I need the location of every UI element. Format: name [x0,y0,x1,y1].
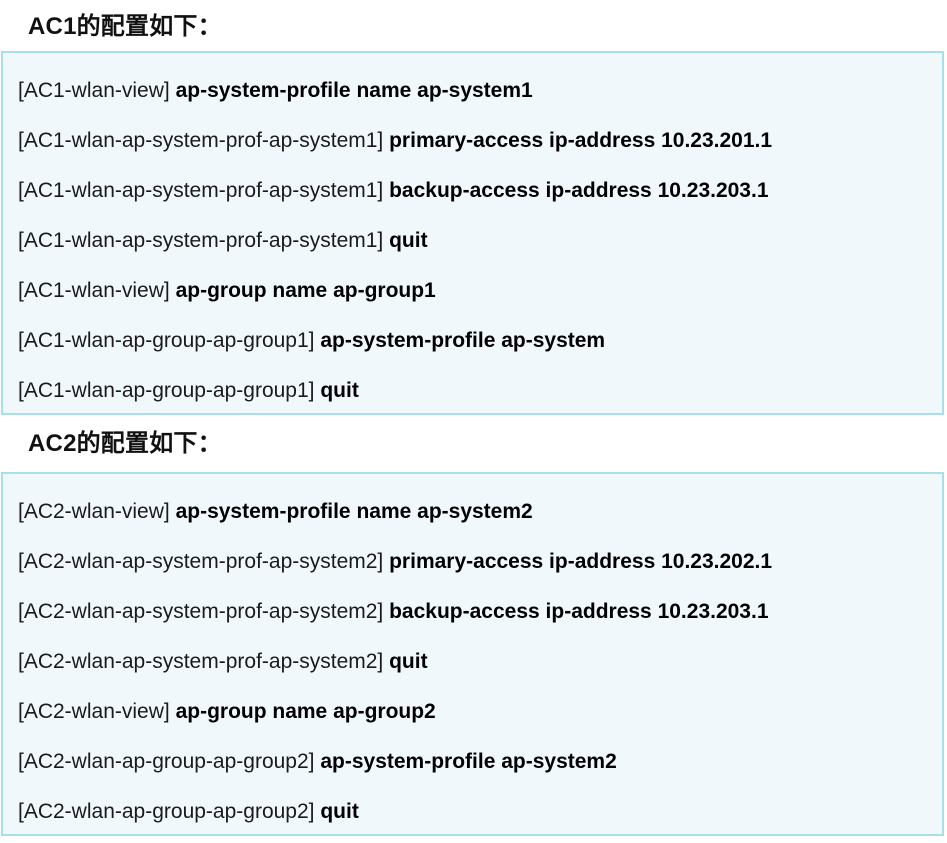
cli-command: backup-access ip-address 10.23.203.1 [389,600,769,623]
cli-command: ap-group name ap-group2 [175,700,436,723]
cli-command: ap-system-profile ap-system2 [320,750,617,773]
config-line: [AC2-wlan-ap-system-prof-ap-system2] pri… [18,548,772,576]
cli-command: primary-access ip-address 10.23.202.1 [389,550,773,573]
section-heading-ac2: AC2的配置如下： [28,430,222,457]
cli-command: quit [389,650,428,673]
cli-prompt: [AC1-wlan-view] [18,79,170,102]
config-line: [AC1-wlan-view] ap-group name ap-group1 [18,277,436,305]
cli-command: ap-system-profile name ap-system1 [175,79,533,102]
cli-prompt: [AC1-wlan-ap-system-prof-ap-system1] [18,179,384,202]
config-line: [AC2-wlan-ap-system-prof-ap-system2] bac… [18,598,769,626]
config-line: [AC1-wlan-ap-system-prof-ap-system1] qui… [18,227,428,255]
cli-command: quit [320,800,359,823]
config-line: [AC2-wlan-ap-system-prof-ap-system2] qui… [18,648,428,676]
cli-command: backup-access ip-address 10.23.203.1 [389,179,769,202]
config-line: [AC2-wlan-ap-group-ap-group2] quit [18,798,359,826]
config-line: [AC2-wlan-view] ap-group name ap-group2 [18,698,436,726]
cli-command: quit [320,379,359,402]
config-line: [AC1-wlan-ap-system-prof-ap-system1] bac… [18,177,769,205]
cli-prompt: [AC2-wlan-view] [18,500,170,523]
cli-command: primary-access ip-address 10.23.201.1 [389,129,773,152]
cli-prompt: [AC1-wlan-ap-system-prof-ap-system1] [18,129,384,152]
config-line: [AC1-wlan-view] ap-system-profile name a… [18,77,533,105]
cli-prompt: [AC2-wlan-ap-system-prof-ap-system2] [18,600,384,623]
cli-command: ap-group name ap-group1 [175,279,436,302]
cli-prompt: [AC1-wlan-ap-group-ap-group1] [18,379,315,402]
config-box-ac2: [AC2-wlan-view] ap-system-profile name a… [1,472,944,836]
cli-prompt: [AC2-wlan-ap-group-ap-group2] [18,750,315,773]
cli-prompt: [AC1-wlan-ap-system-prof-ap-system1] [18,229,384,252]
config-line: [AC2-wlan-view] ap-system-profile name a… [18,498,533,526]
cli-prompt: [AC2-wlan-ap-system-prof-ap-system2] [18,650,384,673]
cli-prompt: [AC2-wlan-ap-group-ap-group2] [18,800,315,823]
config-line: [AC1-wlan-ap-system-prof-ap-system1] pri… [18,127,772,155]
cli-prompt: [AC1-wlan-view] [18,279,170,302]
config-line: [AC1-wlan-ap-group-ap-group1] ap-system-… [18,327,605,355]
cli-prompt: [AC2-wlan-view] [18,700,170,723]
cli-command: quit [389,229,428,252]
section-heading-ac1: AC1的配置如下： [28,13,222,40]
cli-command: ap-system-profile name ap-system2 [175,500,533,523]
config-line: [AC2-wlan-ap-group-ap-group2] ap-system-… [18,748,617,776]
config-box-ac1: [AC1-wlan-view] ap-system-profile name a… [1,51,944,415]
config-line: [AC1-wlan-ap-group-ap-group1] quit [18,377,359,405]
cli-prompt: [AC1-wlan-ap-group-ap-group1] [18,329,315,352]
cli-prompt: [AC2-wlan-ap-system-prof-ap-system2] [18,550,384,573]
cli-command: ap-system-profile ap-system [320,329,606,352]
